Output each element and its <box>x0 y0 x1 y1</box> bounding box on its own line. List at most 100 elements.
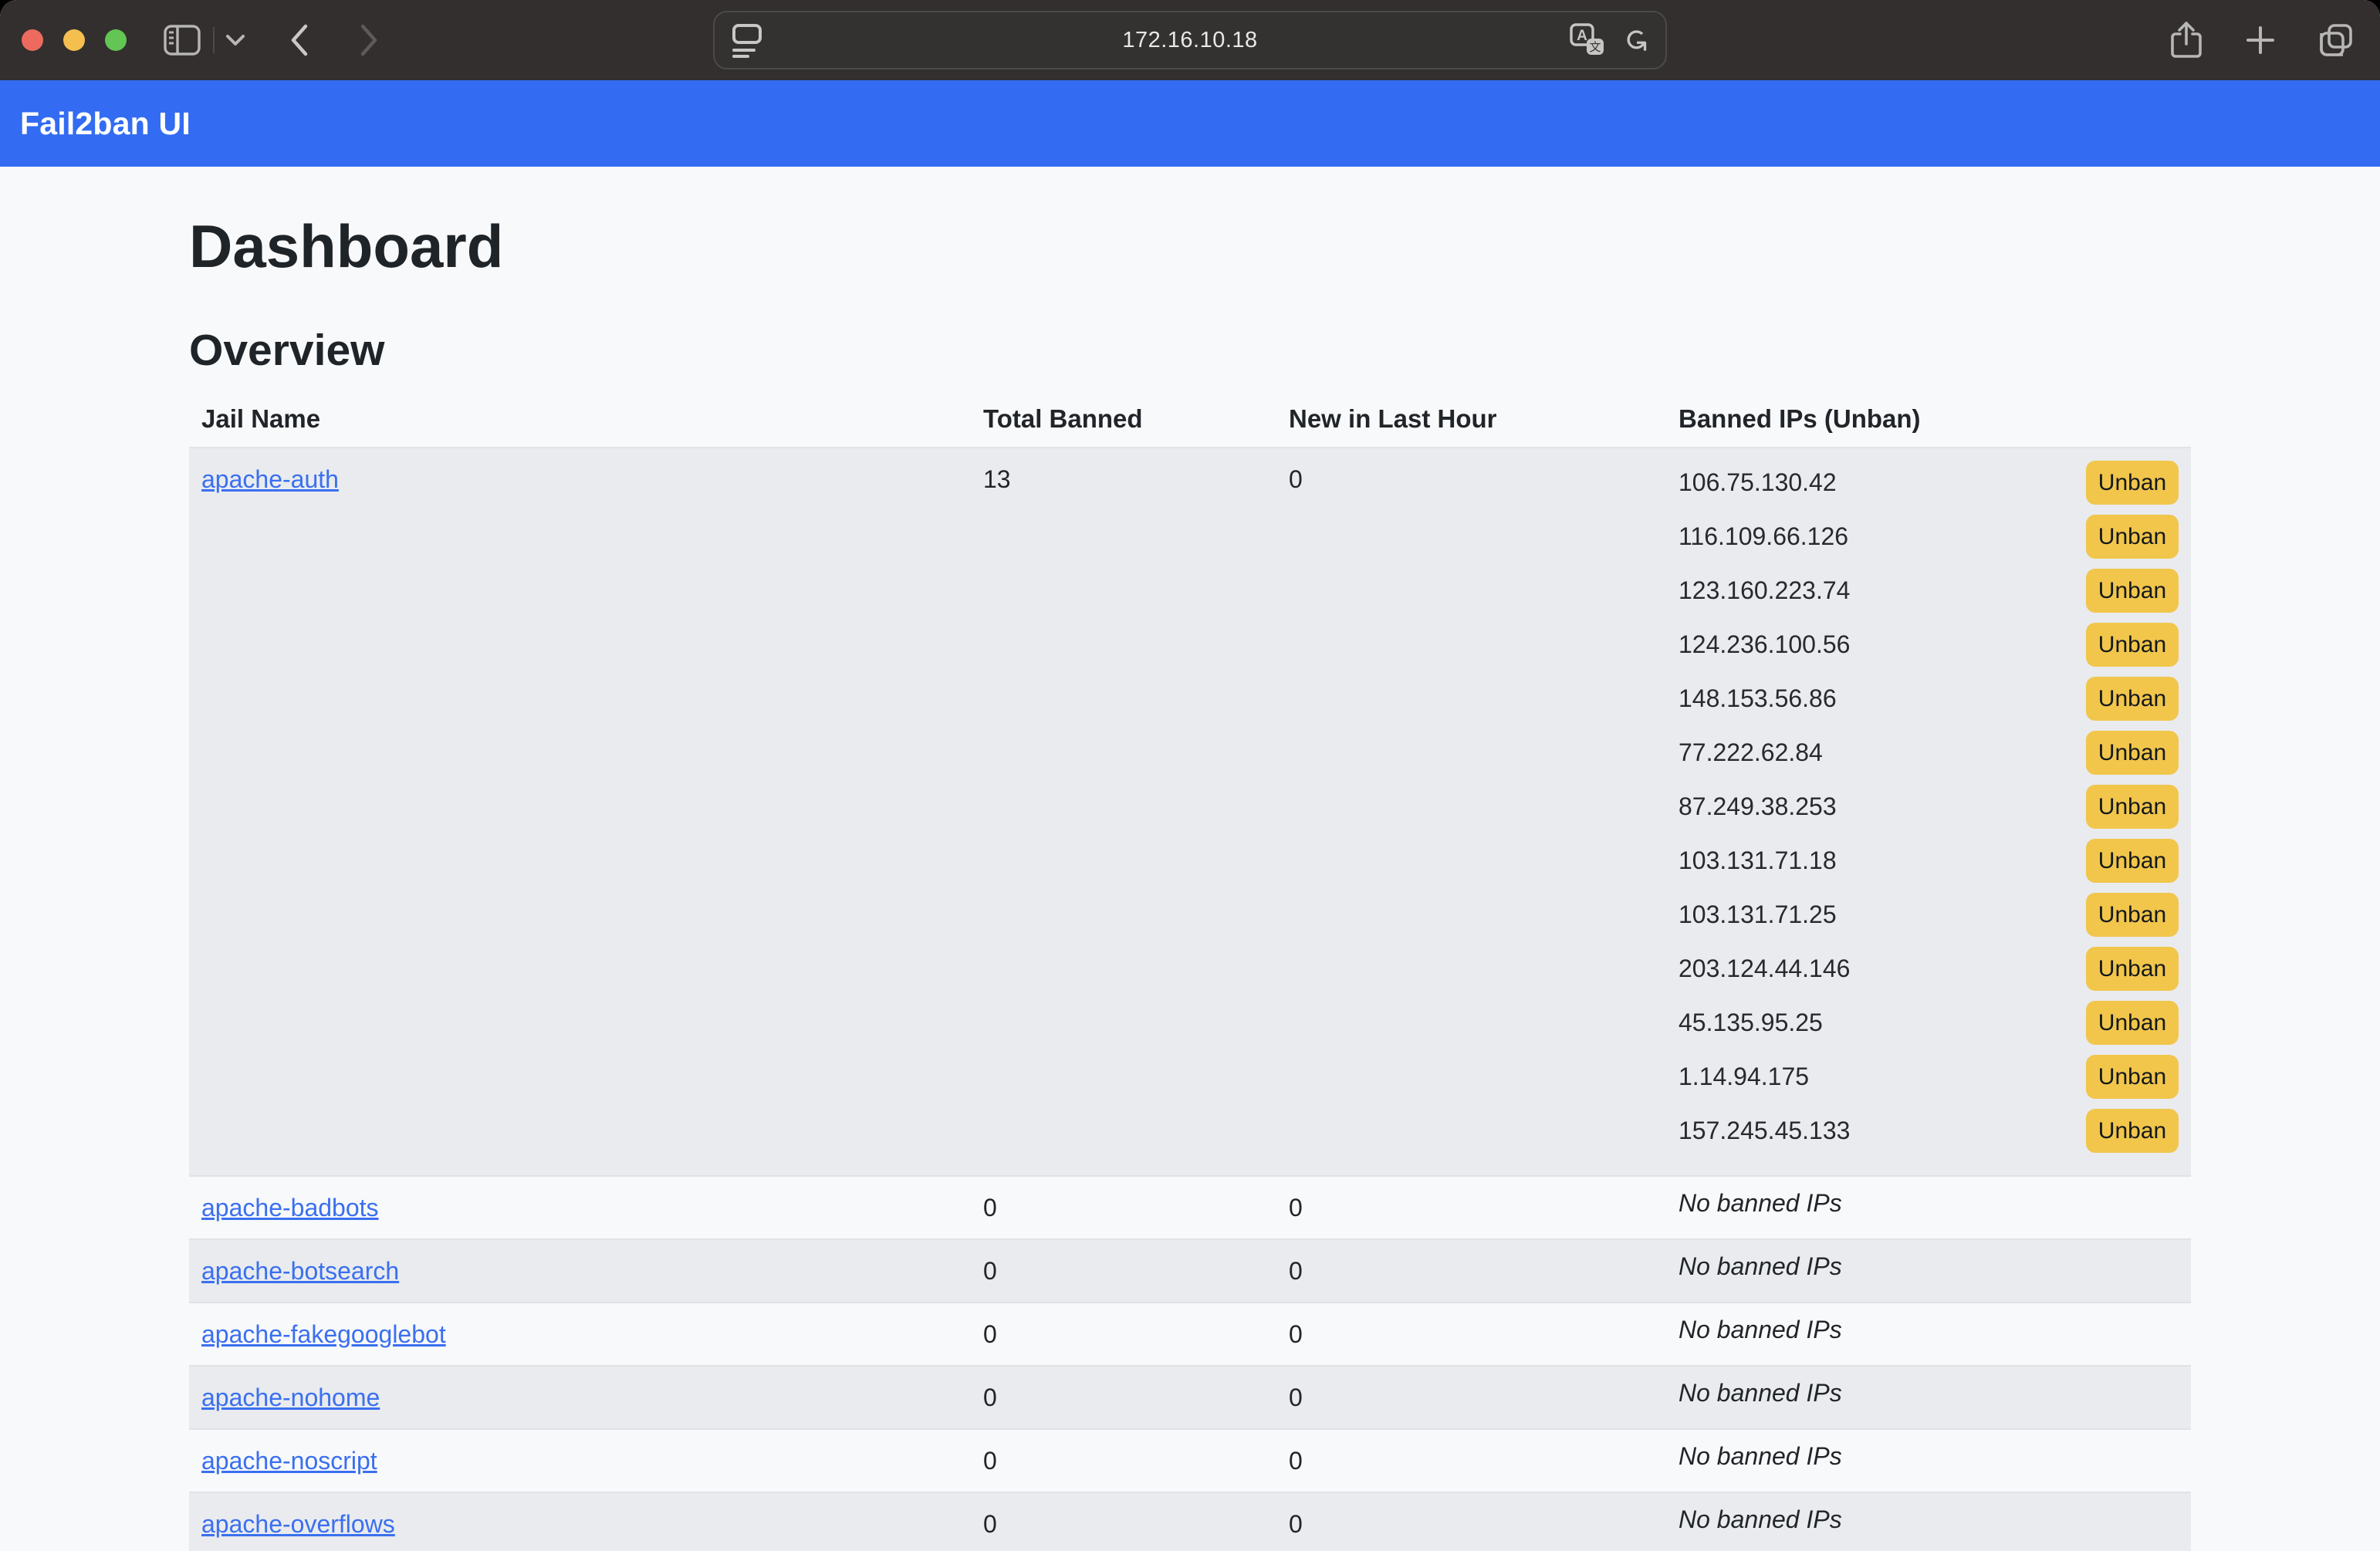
banned-ips-cell: No banned IPs <box>1666 1176 2191 1239</box>
banned-ips-cell: No banned IPs <box>1666 1366 2191 1429</box>
total-banned-value: 0 <box>971 1239 1276 1303</box>
banned-ip-entry: 124.236.100.56 Unban <box>1679 623 2179 667</box>
total-banned-value: 13 <box>971 448 1276 1176</box>
jail-link-apache-fakegooglebot[interactable]: apache-fakegooglebot <box>201 1320 446 1348</box>
app-header: Fail2ban UI <box>0 80 2380 167</box>
banned-ips-cell: No banned IPs <box>1666 1429 2191 1492</box>
unban-button-45.135.95.25[interactable]: Unban <box>2086 1001 2179 1045</box>
banned-ip-entry: 103.131.71.25 Unban <box>1679 893 2179 937</box>
banned-ip-address: 1.14.94.175 <box>1679 1063 1809 1091</box>
toolbar-separator <box>213 27 215 53</box>
section-title: Overview <box>189 325 2191 376</box>
no-banned-ips-text: No banned IPs <box>1679 1252 1842 1280</box>
unban-button-103.131.71.18[interactable]: Unban <box>2086 839 2179 883</box>
col-banned-ips: Banned IPs (Unban) <box>1666 391 2191 448</box>
new-last-hour-value: 0 <box>1276 1492 1666 1551</box>
jails-table: Jail Name Total Banned New in Last Hour … <box>189 391 2191 1551</box>
new-last-hour-value: 0 <box>1276 1303 1666 1366</box>
svg-text:A: A <box>1577 28 1588 44</box>
col-jail-name: Jail Name <box>189 391 971 448</box>
jail-link-apache-noscript[interactable]: apache-noscript <box>201 1447 377 1475</box>
zoom-button[interactable] <box>105 29 127 51</box>
banned-ip-entry: 157.245.45.133 Unban <box>1679 1109 2179 1153</box>
new-last-hour-value: 0 <box>1276 1239 1666 1303</box>
jail-link-apache-nohome[interactable]: apache-nohome <box>201 1384 380 1411</box>
jail-table-body: apache-auth130106.75.130.42Unban116.109.… <box>189 448 2191 1551</box>
unban-button-1.14.94.175[interactable]: Unban <box>2086 1055 2179 1099</box>
banned-ip-address: 77.222.62.84 <box>1679 738 1823 767</box>
banned-ip-address: 45.135.95.25 <box>1679 1009 1823 1037</box>
forward-button[interactable] <box>360 24 378 56</box>
banned-ip-entry: 1.14.94.175 Unban <box>1679 1055 2179 1099</box>
banned-ip-address: 157.245.45.133 <box>1679 1117 1850 1145</box>
banned-ip-entry: 45.135.95.25 Unban <box>1679 1001 2179 1045</box>
reload-icon: ↻ <box>1620 27 1651 53</box>
no-banned-ips-text: No banned IPs <box>1679 1505 1842 1533</box>
share-icon <box>2170 21 2203 59</box>
traffic-lights <box>22 29 127 51</box>
col-new-last-hour: New in Last Hour <box>1276 391 1666 448</box>
reload-button[interactable]: ↻ <box>1622 25 1648 56</box>
unban-button-87.249.38.253[interactable]: Unban <box>2086 785 2179 829</box>
no-banned-ips-text: No banned IPs <box>1679 1442 1842 1470</box>
page-content: Dashboard Overview Jail Name Total Banne… <box>0 167 2380 1551</box>
banned-ips-cell: No banned IPs <box>1666 1239 2191 1303</box>
sidebar-icon <box>164 25 201 56</box>
tab-overview-icon <box>2318 22 2354 58</box>
banned-ips-cell: No banned IPs <box>1666 1303 2191 1366</box>
chevron-down-icon <box>225 34 245 46</box>
table-row: apache-botsearch 00 No banned IPs <box>189 1239 2191 1303</box>
close-button[interactable] <box>22 29 43 51</box>
jail-link-apache-overflows[interactable]: apache-overflows <box>201 1510 395 1538</box>
unban-button-148.153.56.86[interactable]: Unban <box>2086 677 2179 721</box>
new-last-hour-value: 0 <box>1276 1429 1666 1492</box>
banned-ip-address: 148.153.56.86 <box>1679 684 1837 713</box>
table-header-row: Jail Name Total Banned New in Last Hour … <box>189 391 2191 448</box>
total-banned-value: 0 <box>971 1492 1276 1551</box>
unban-button-77.222.62.84[interactable]: Unban <box>2086 731 2179 775</box>
banned-ip-entry: 203.124.44.146Unban <box>1679 947 2179 991</box>
banned-ip-address: 124.236.100.56 <box>1679 630 1850 659</box>
unban-button-123.160.223.74[interactable]: Unban <box>2086 569 2179 613</box>
unban-button-203.124.44.146[interactable]: Unban <box>2086 947 2179 991</box>
address-bar[interactable]: 172.16.10.18 A 文 ↻ <box>713 11 1667 69</box>
tab-overview-button[interactable] <box>2318 22 2354 58</box>
no-banned-ips-text: No banned IPs <box>1679 1379 1842 1407</box>
table-row: apache-auth130106.75.130.42Unban116.109.… <box>189 448 2191 1176</box>
unban-button-116.109.66.126[interactable]: Unban <box>2086 515 2179 559</box>
banned-ip-entry: 123.160.223.74Unban <box>1679 569 2179 613</box>
table-row: apache-nohome00No banned IPs <box>189 1366 2191 1429</box>
unban-button-124.236.100.56[interactable]: Unban <box>2086 623 2179 667</box>
jail-link-apache-botsearch[interactable]: apache-botsearch <box>201 1257 399 1285</box>
no-banned-ips-text: No banned IPs <box>1679 1189 1842 1217</box>
app-brand: Fail2ban UI <box>20 106 191 142</box>
banned-ip-entry: 103.131.71.18Unban <box>1679 839 2179 883</box>
sidebar-chevron-button[interactable] <box>225 34 245 46</box>
total-banned-value: 0 <box>971 1366 1276 1429</box>
unban-button-103.131.71.25[interactable]: Unban <box>2086 893 2179 937</box>
new-last-hour-value: 0 <box>1276 1176 1666 1239</box>
banned-ip-entry: 77.222.62.84 Unban <box>1679 731 2179 775</box>
table-row: apache-noscript00No banned IPs <box>189 1429 2191 1492</box>
banned-ip-address: 103.131.71.25 <box>1679 901 1837 929</box>
page-title: Dashboard <box>189 211 2191 282</box>
banned-ips-cell: 106.75.130.42Unban116.109.66.126Unban123… <box>1666 448 2191 1176</box>
back-button[interactable] <box>290 24 309 56</box>
total-banned-value: 0 <box>971 1176 1276 1239</box>
unban-button-157.245.45.133[interactable]: Unban <box>2086 1109 2179 1153</box>
translate-icon[interactable]: A 文 <box>1570 23 1605 57</box>
share-button[interactable] <box>2170 21 2203 59</box>
no-banned-ips-text: No banned IPs <box>1679 1316 1842 1343</box>
url-text[interactable]: 172.16.10.18 <box>715 28 1665 53</box>
svg-text:文: 文 <box>1590 40 1601 54</box>
table-row: apache-overflows 00 No banned IPs <box>189 1492 2191 1551</box>
banned-ips-cell: No banned IPs <box>1666 1492 2191 1551</box>
minimize-button[interactable] <box>63 29 85 51</box>
col-total-banned: Total Banned <box>971 391 1276 448</box>
new-tab-button[interactable] <box>2244 24 2277 56</box>
jail-link-apache-auth[interactable]: apache-auth <box>201 465 339 493</box>
sidebar-toggle-button[interactable] <box>164 25 201 56</box>
jail-link-apache-badbots[interactable]: apache-badbots <box>201 1194 379 1222</box>
unban-button-106.75.130.42[interactable]: Unban <box>2086 461 2179 505</box>
back-icon <box>290 24 309 56</box>
